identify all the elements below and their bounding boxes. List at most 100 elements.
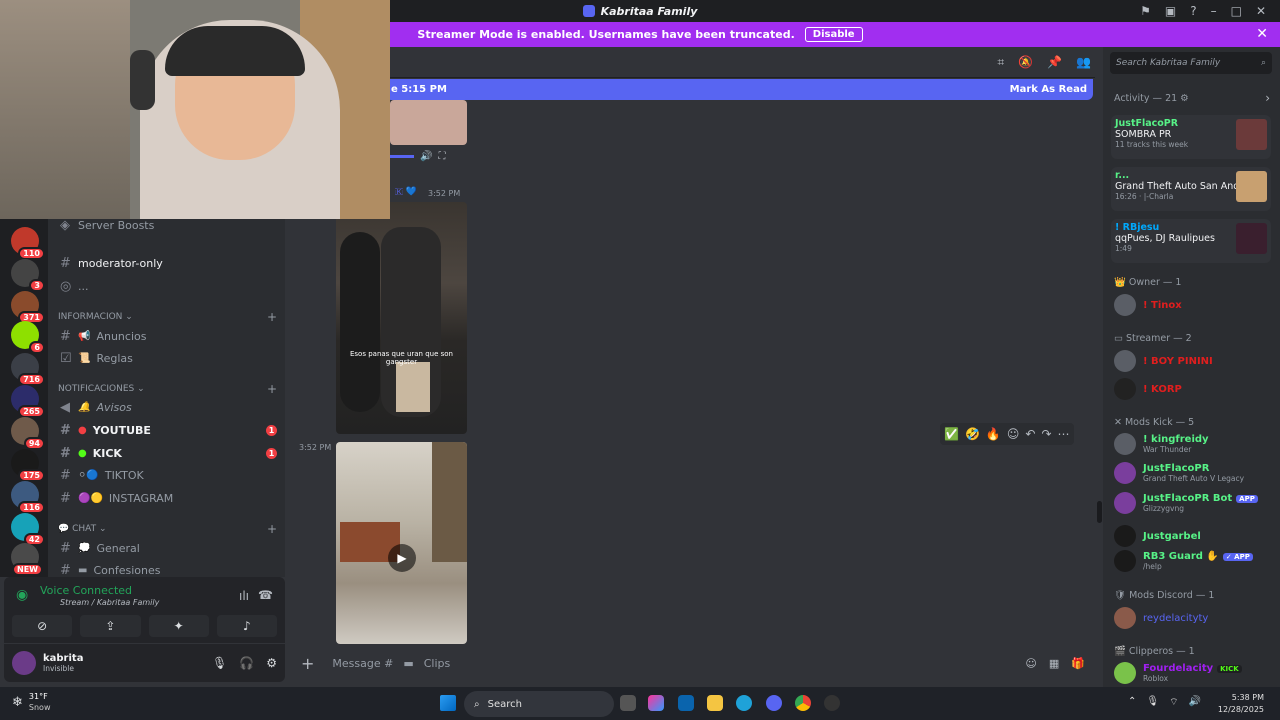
obs-icon[interactable] [824,695,840,711]
chrome-icon[interactable] [795,695,811,711]
help-icon[interactable]: ? [1190,4,1196,18]
server-icon[interactable]: 6 [11,321,45,354]
noise-suppression-icon[interactable]: ılı [239,589,249,603]
server-icon[interactable]: NEW [11,543,43,576]
composer-placeholder[interactable]: Message # [332,657,393,670]
search-input[interactable]: Search Kabritaa Family ⌕ [1110,52,1272,74]
soundboard-button[interactable]: ♪ [216,615,277,637]
add-channel-icon[interactable]: + [267,310,277,324]
server-icon[interactable]: 116 [11,481,45,514]
emoji-picker-icon[interactable]: ☺ [1025,657,1036,670]
play-icon[interactable]: ▶ [388,544,416,572]
start-button[interactable] [440,695,456,711]
channel-instagram[interactable]: # 🟣🟡 INSTAGRAM [60,488,277,508]
taskbar-search[interactable]: ⌕ Search [464,691,614,717]
channel-youtube[interactable]: # ● YOUTUBE 1 [60,420,277,440]
member-list-icon[interactable]: 👥 [1076,55,1091,69]
member-mod[interactable]: Justgarbel [1114,525,1276,547]
wifi-icon[interactable]: ⌔ [1169,696,1178,709]
chevron-right-icon[interactable]: › [1265,91,1270,105]
edge-icon[interactable] [736,695,752,711]
close-banner-icon[interactable]: ✕ [1256,26,1268,42]
system-tray[interactable]: ⌃ 🎙 ⌔ 🔊 [1128,696,1201,709]
server-icon[interactable]: 110 [11,227,45,260]
server-icon[interactable]: 3 [11,259,45,292]
file-explorer-icon[interactable] [707,695,723,711]
server-icon[interactable]: 175 [11,449,45,482]
mic-tray-icon[interactable]: 🎙 [1146,696,1159,709]
disconnect-icon[interactable]: ☎ [258,588,273,602]
server-icon[interactable]: 371 [11,291,45,324]
video-attachment[interactable]: Esos panas que uran que son gangster [336,202,467,434]
avatar[interactable] [12,651,36,675]
activity-card[interactable]: ! RBjesu qqPues, DJ Raulipues 1:49 [1111,219,1271,263]
more-icon[interactable]: ⋯ [1058,427,1070,441]
voice-channel[interactable]: Stream / Kabritaa Family [60,598,159,607]
camera-off-button[interactable]: ⊘ [12,615,73,637]
member-mod[interactable]: JustFlacoPR Bot APP Glizzygvng [1114,492,1276,514]
fullscreen-icon[interactable]: ⛶ [438,151,445,162]
task-view-icon[interactable] [620,695,636,711]
disable-button[interactable]: Disable [804,27,863,42]
channel-general[interactable]: # 💭 General [60,538,277,558]
member-cliper[interactable]: Fourdelacity KICK Roblox [1114,662,1276,684]
channel-moderator-only[interactable]: # moderator-only [60,253,277,273]
channel-confesiones[interactable]: # ▬ Confesiones [60,560,277,578]
inbox-icon[interactable]: ⚑ [1140,4,1151,18]
fire-reaction-icon[interactable]: 🔥 [986,427,1001,441]
channel-kick[interactable]: # ● KICK 1 [60,443,277,463]
close-icon[interactable]: ✕ [1256,4,1266,18]
channel-tiktok[interactable]: # ⚪🔵 TIKTOK [60,465,277,485]
screen-icon[interactable]: ▣ [1165,4,1176,18]
mark-as-read-button[interactable]: Mark As Read [1010,84,1087,95]
channel-avisos[interactable]: ◀ 🔔 Avisos [60,397,277,417]
add-attachment-icon[interactable]: + [301,654,314,673]
add-channel-icon[interactable]: + [267,522,277,536]
scrollbar[interactable] [1097,501,1102,523]
check-reaction-icon[interactable]: ✅ [944,427,959,441]
server-icon[interactable]: 42 [11,513,45,546]
volume-icon[interactable]: 🔊 [420,151,432,162]
notification-bell-icon[interactable]: 🔕 [1018,55,1033,69]
threads-icon[interactable]: ⌗ [997,55,1004,70]
copilot-icon[interactable] [648,695,664,711]
channel-anuncios[interactable]: # 📢 Anuncios [60,326,277,346]
gift-icon[interactable]: 🎁 [1071,657,1085,670]
member-streamer[interactable]: ! KORP [1114,378,1276,400]
category-notificaciones[interactable]: NOTIFICACIONES ⌄ + [58,381,277,397]
message-composer[interactable]: + Message # ▬ Clips ☺ ▦ 🎁 [293,650,1093,676]
settings-gear-icon[interactable]: ⚙ [266,656,277,670]
minimize-icon[interactable]: – [1211,4,1217,18]
member-mod-discord[interactable]: reydelacityty [1114,607,1276,629]
chevron-up-icon[interactable]: ⌃ [1128,696,1136,709]
volume-tray-icon[interactable]: 🔊 [1189,696,1201,709]
category-chat[interactable]: 💬 CHAT ⌄ + [58,521,277,537]
category-informacion[interactable]: INFORMACION ⌄ + [58,309,277,325]
outlook-icon[interactable] [678,695,694,711]
activities-button[interactable]: ✦ [148,615,209,637]
server-boosts[interactable]: ◈ Server Boosts [60,219,277,235]
screen-share-button[interactable]: ⇪ [80,615,141,637]
add-channel-icon[interactable]: + [267,382,277,396]
member-mod[interactable]: JustFlacoPR Grand Theft Auto V Legacy [1114,462,1276,484]
channel-reglas[interactable]: ☑ 📜 Reglas [60,348,277,368]
gif-icon[interactable]: ▦ [1049,657,1059,670]
microphone-icon[interactable]: 🎙 [212,656,227,670]
activity-card[interactable]: r... Grand Theft Auto San Andr... 16:26 … [1111,167,1271,211]
activity-card[interactable]: JustFlacoPR SOMBRA PR 11 tracks this wee… [1111,115,1271,159]
member-mod[interactable]: ! kingfreidy War Thunder [1114,433,1276,455]
activity-header[interactable]: Activity — 21 ⚙ [1114,93,1189,104]
pin-icon[interactable]: 📌 [1047,55,1062,69]
new-messages-bar[interactable]: e 5:15 PM Mark As Read [385,79,1093,100]
server-icon[interactable]: 265 [11,385,45,418]
server-icon[interactable]: 94 [11,417,45,450]
maximize-icon[interactable]: □ [1231,4,1242,18]
channel-ellipsis[interactable]: ◎... [60,276,277,296]
member-owner[interactable]: ! Tinox [1114,294,1276,316]
forward-icon[interactable]: ↷ [1041,427,1051,441]
add-reaction-icon[interactable]: ☺ [1007,427,1020,441]
video-attachment[interactable]: ▶ [336,442,467,644]
weather-widget[interactable]: ❄ 31°F Snow [12,691,51,713]
clock[interactable]: 5:38 PM 12/28/2025 [1218,692,1264,716]
headphones-icon[interactable]: 🎧 [239,656,254,670]
